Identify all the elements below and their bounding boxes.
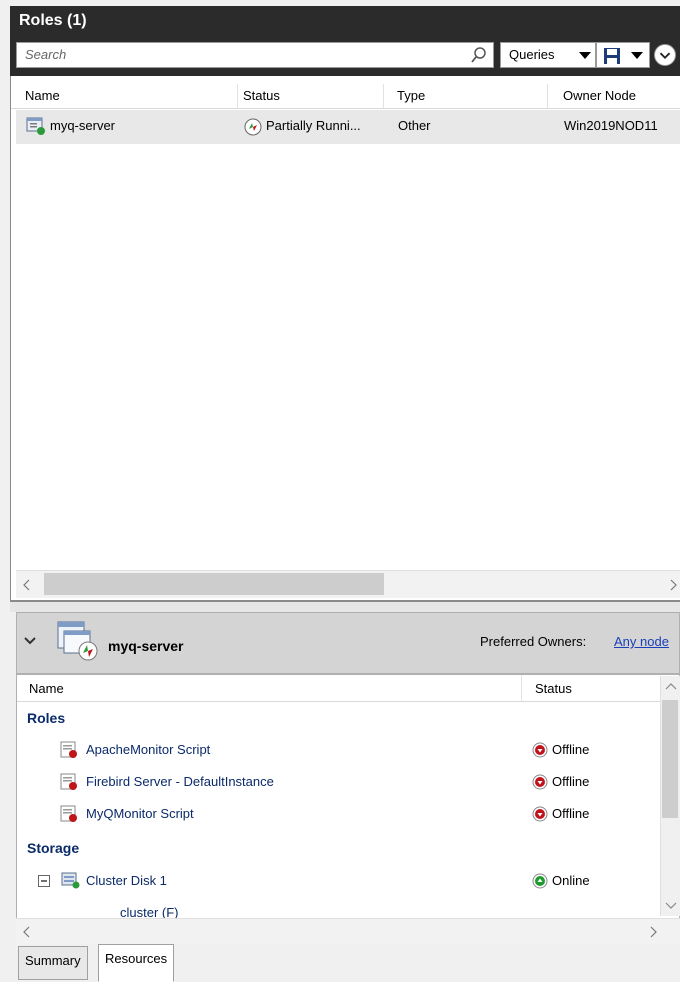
resource-child-name[interactable]: cluster (F) bbox=[120, 905, 179, 918]
resource-name[interactable]: MyQMonitor Script bbox=[86, 806, 194, 821]
chevron-down-icon bbox=[631, 52, 643, 59]
resource-status: Online bbox=[552, 873, 590, 888]
column-header-status[interactable]: Status bbox=[243, 88, 280, 103]
column-header-name[interactable]: Name bbox=[25, 88, 60, 103]
scrollbar-thumb[interactable] bbox=[662, 700, 678, 818]
queries-label: Queries bbox=[509, 47, 555, 62]
roles-table-header: Name Status Type Owner Node bbox=[11, 84, 680, 109]
column-header-name[interactable]: Name bbox=[29, 681, 64, 696]
search-input[interactable]: Search bbox=[16, 42, 494, 68]
column-header-owner-node[interactable]: Owner Node bbox=[563, 88, 636, 103]
scroll-right-icon[interactable] bbox=[648, 926, 658, 938]
expand-minus-icon[interactable] bbox=[38, 875, 50, 887]
group-header-roles: Roles bbox=[27, 710, 66, 726]
roles-table: Name Status Type Owner Node bbox=[10, 76, 680, 602]
chevron-down-icon bbox=[579, 52, 591, 59]
expand-circle-icon[interactable] bbox=[654, 44, 676, 66]
scroll-left-icon[interactable] bbox=[22, 926, 32, 938]
details-title: myq-server bbox=[108, 638, 184, 654]
column-header-type[interactable]: Type bbox=[397, 88, 425, 103]
column-header-status[interactable]: Status bbox=[535, 681, 572, 696]
role-name: myq-server bbox=[50, 118, 116, 133]
script-icon bbox=[60, 773, 77, 790]
offline-icon bbox=[532, 742, 548, 758]
save-icon bbox=[604, 48, 620, 64]
pane-splitter[interactable] bbox=[10, 600, 680, 612]
horizontal-scrollbar[interactable] bbox=[16, 918, 680, 944]
search-icon[interactable] bbox=[470, 46, 488, 64]
resource-status: Offline bbox=[552, 806, 590, 821]
disk-icon bbox=[61, 872, 80, 889]
pane-title: Roles (1) bbox=[10, 6, 680, 36]
tab-resources[interactable]: Resources bbox=[98, 944, 175, 982]
scrollbar-thumb[interactable] bbox=[44, 573, 384, 595]
collapse-chevron-icon[interactable] bbox=[20, 630, 40, 650]
resource-name[interactable]: ApacheMonitor Script bbox=[86, 742, 210, 757]
queries-button[interactable]: Queries bbox=[500, 42, 596, 68]
offline-icon bbox=[532, 806, 548, 822]
scroll-left-icon[interactable] bbox=[22, 579, 32, 591]
resources-table-header: Name Status bbox=[17, 675, 661, 702]
scroll-down-icon[interactable] bbox=[665, 902, 677, 910]
group-header-storage: Storage bbox=[27, 840, 80, 856]
resource-name[interactable]: Cluster Disk 1 bbox=[86, 873, 167, 888]
online-icon bbox=[532, 873, 548, 889]
table-row[interactable]: myq-server Partially Runni... Other Win2… bbox=[16, 110, 680, 144]
resource-status: Offline bbox=[552, 742, 590, 757]
preferred-owners-link[interactable]: Any node bbox=[614, 634, 669, 649]
partial-running-icon bbox=[244, 118, 262, 136]
save-query-button[interactable] bbox=[596, 42, 650, 68]
offline-icon bbox=[532, 774, 548, 790]
tab-summary[interactable]: Summary bbox=[18, 946, 88, 980]
scroll-right-icon[interactable] bbox=[668, 579, 678, 591]
scroll-up-icon[interactable] bbox=[665, 682, 677, 690]
script-icon bbox=[60, 805, 77, 822]
resource-name[interactable]: Firebird Server - DefaultInstance bbox=[86, 774, 274, 789]
role-owner-node: Win2019NOD11 bbox=[564, 118, 658, 133]
role-status: Partially Runni... bbox=[266, 118, 361, 133]
resource-status: Offline bbox=[552, 774, 590, 789]
role-type: Other bbox=[398, 118, 431, 133]
role-icon bbox=[26, 117, 45, 135]
role-icon bbox=[57, 621, 98, 661]
preferred-owners-label: Preferred Owners: bbox=[480, 634, 587, 649]
script-icon bbox=[60, 741, 77, 758]
